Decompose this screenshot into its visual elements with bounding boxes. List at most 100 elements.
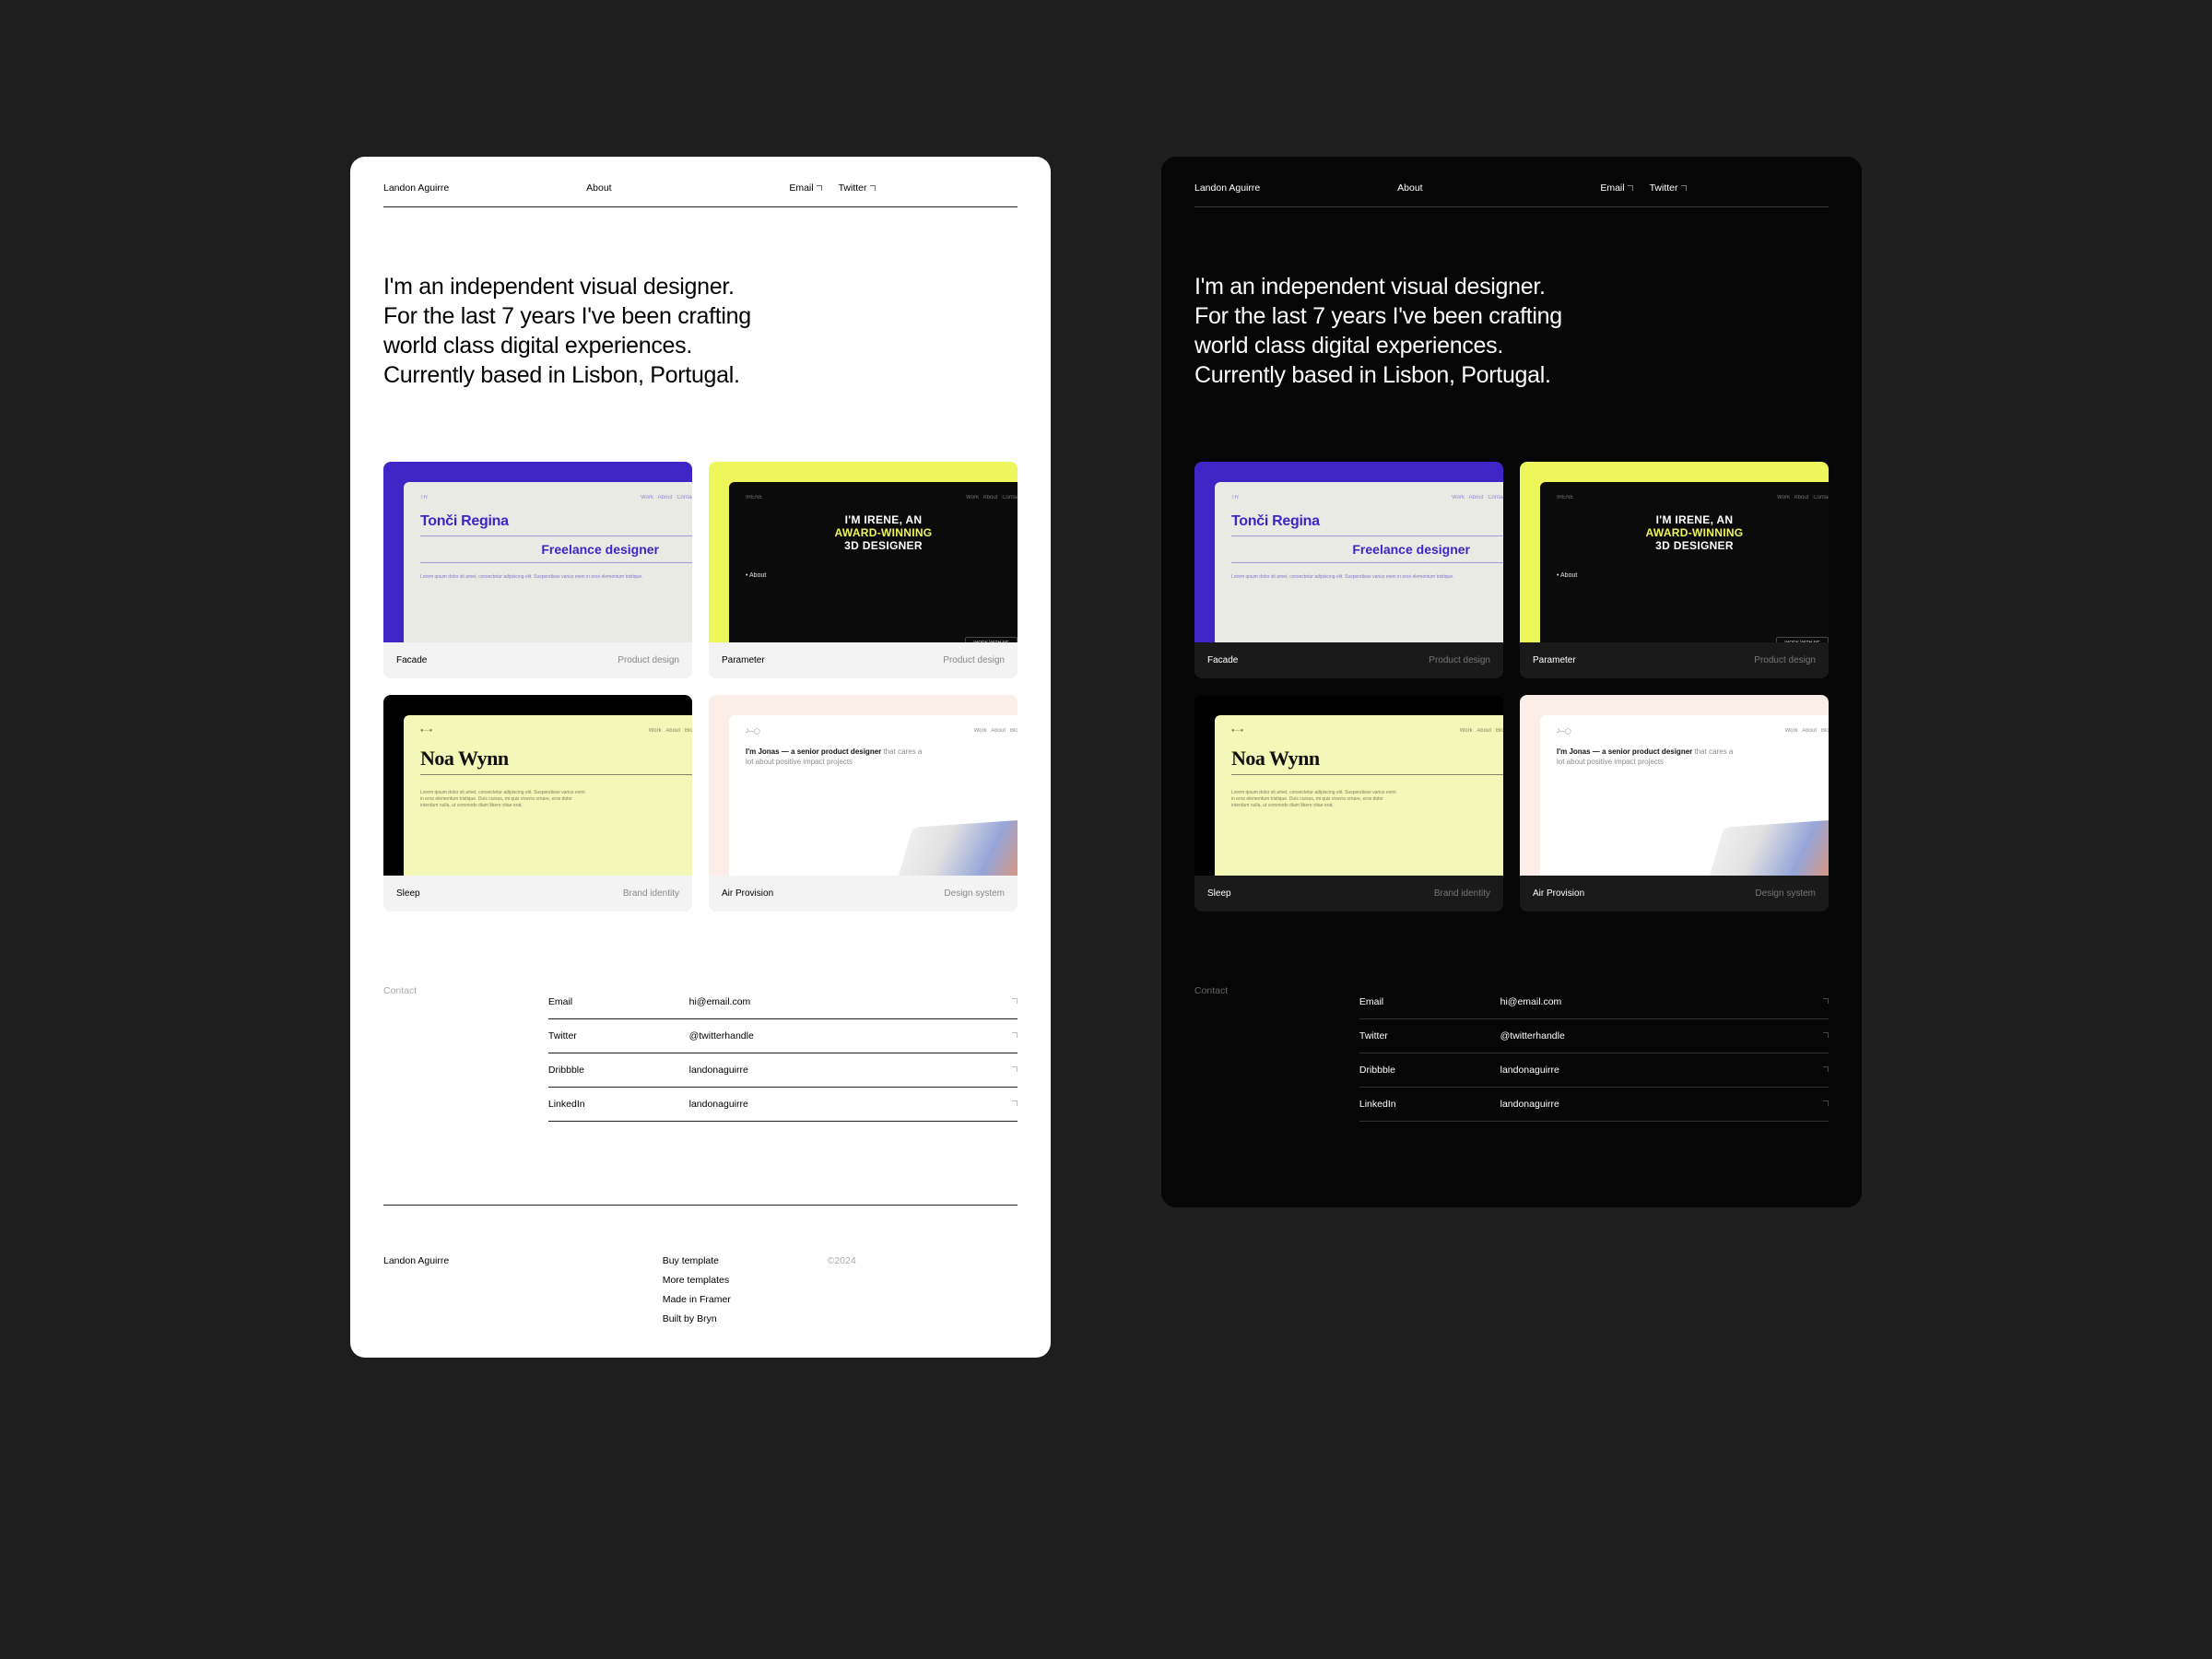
nav-email-label: Email <box>789 182 813 194</box>
hero-intro: I'm an independent visual designer. For … <box>383 207 1018 462</box>
nav-about[interactable]: About <box>586 182 789 194</box>
nav-twitter-label: Twitter <box>1650 182 1678 194</box>
contact-value: @twitterhandle <box>689 1030 754 1041</box>
project-category: Design system <box>1755 888 1816 899</box>
hero-line: For the last 7 years I've been crafting <box>383 301 1018 331</box>
thumb-headline: I'M IRENE, AN AWARD-WINNING 3D DESIGNER <box>746 513 1018 552</box>
external-icon <box>1823 1066 1829 1072</box>
contact-row-linkedin[interactable]: LinkedIn landonaguirre <box>548 1088 1018 1122</box>
project-thumb: ●—●Work About Blog Noa Wynn Lorem ipsum … <box>383 695 692 876</box>
project-name: Air Provision <box>722 888 773 899</box>
thumb-title: Noa Wynn <box>420 747 692 771</box>
top-nav: Landon Aguirre About Email Twitter <box>383 182 1018 207</box>
footer-link-bryn[interactable]: Built by Bryn <box>663 1313 828 1324</box>
nav-email-label: Email <box>1600 182 1624 194</box>
project-thumb: TRWork About Contact Tonči Regina Freela… <box>383 462 692 642</box>
contact-label: Contact <box>383 985 548 1122</box>
project-name: Air Provision <box>1533 888 1584 899</box>
contact-row-dribbble[interactable]: Dribbblelandonaguirre <box>1359 1053 1829 1088</box>
contact-row-linkedin[interactable]: LinkedInlandonaguirre <box>1359 1088 1829 1122</box>
project-thumb: J—◯Work About Blog I'm Jonas — a senior … <box>709 695 1018 876</box>
footer-link-framer[interactable]: Made in Framer <box>663 1294 828 1305</box>
hero-line: I'm an independent visual designer. <box>383 272 1018 301</box>
nav-twitter-link[interactable]: Twitter <box>1650 182 1687 194</box>
nav-brand[interactable]: Landon Aguirre <box>1194 182 1397 194</box>
nav-brand[interactable]: Landon Aguirre <box>383 182 586 194</box>
external-icon <box>870 185 876 191</box>
hero-line: Currently based in Lisbon, Portugal. <box>1194 360 1829 390</box>
project-category: Brand identity <box>1434 888 1490 899</box>
portfolio-light: Landon Aguirre About Email Twitter I'm a… <box>350 157 1051 1358</box>
project-category: Product design <box>1754 655 1816 665</box>
project-category: Product design <box>618 655 679 665</box>
contact-value: landonaguirre <box>689 1065 748 1076</box>
project-card-air-provision[interactable]: J—◯Work About Blog I'm Jonas — a senior … <box>709 695 1018 912</box>
external-icon <box>1823 1032 1829 1038</box>
project-card-facade[interactable]: TRWork About Contact Tonči Regina Freela… <box>1194 462 1503 678</box>
contact-key: LinkedIn <box>548 1099 689 1110</box>
external-icon <box>817 185 822 191</box>
hero-line: Currently based in Lisbon, Portugal. <box>383 360 1018 390</box>
project-name: Facade <box>396 655 427 665</box>
external-icon <box>1823 1100 1829 1106</box>
projects-grid: TRWork About Contact Tonči Regina Freela… <box>383 462 1018 912</box>
thumb-button: WORK WITH ME <box>965 637 1018 642</box>
footer-link-buy[interactable]: Buy template <box>663 1255 828 1266</box>
contact-key: Dribbble <box>548 1065 689 1076</box>
project-card-parameter[interactable]: IRENEWork About Contact I'M IRENE, AN AW… <box>709 462 1018 678</box>
external-icon <box>1012 998 1018 1004</box>
contact-section: Contact Emailhi@email.com Twitter@twitte… <box>1194 985 1829 1122</box>
footer-copyright: ©2024 <box>828 1255 856 1324</box>
contact-row-twitter[interactable]: Twitter @twitterhandle <box>548 1019 1018 1053</box>
divider <box>383 1205 1018 1206</box>
contact-row-email[interactable]: Emailhi@email.com <box>1359 985 1829 1019</box>
project-name: Sleep <box>396 888 420 899</box>
thumb-intro: I'm Jonas — a senior product designer th… <box>746 747 924 768</box>
contact-row-twitter[interactable]: Twitter@twitterhandle <box>1359 1019 1829 1053</box>
project-name: Facade <box>1207 655 1238 665</box>
hero-intro: I'm an independent visual designer. For … <box>1194 207 1829 462</box>
project-name: Sleep <box>1207 888 1231 899</box>
external-icon <box>1012 1066 1018 1072</box>
project-category: Brand identity <box>623 888 679 899</box>
hero-line: I'm an independent visual designer. <box>1194 272 1829 301</box>
project-name: Parameter <box>1533 655 1576 665</box>
external-icon <box>1012 1032 1018 1038</box>
external-icon <box>1681 185 1687 191</box>
project-category: Product design <box>1429 655 1490 665</box>
contact-value: hi@email.com <box>689 996 751 1007</box>
external-icon <box>1823 998 1829 1004</box>
project-card-parameter[interactable]: IRENEWork About Contact I'M IRENE, ANAWA… <box>1520 462 1829 678</box>
thumb-about: • About <box>746 572 1018 579</box>
project-card-facade[interactable]: TRWork About Contact Tonči Regina Freela… <box>383 462 692 678</box>
contact-key: Twitter <box>548 1030 689 1041</box>
nav-twitter-label: Twitter <box>839 182 867 194</box>
nav-email-link[interactable]: Email <box>789 182 821 194</box>
thumb-lorem: Lorem ipsum dolor sit amet, consectetur … <box>420 574 692 581</box>
hero-line: world class digital experiences. <box>383 331 1018 360</box>
contact-key: Email <box>548 996 689 1007</box>
project-card-sleep[interactable]: ●—●Work About Blog Noa Wynn Lorem ipsum … <box>383 695 692 912</box>
contact-label: Contact <box>1194 985 1359 1122</box>
project-card-air-provision[interactable]: J—◯Work About Blog I'm Jonas — a senior … <box>1520 695 1829 912</box>
project-category: Product design <box>943 655 1005 665</box>
contact-section: Contact Email hi@email.com Twitter @twit… <box>383 985 1018 1122</box>
project-category: Design system <box>944 888 1005 899</box>
project-card-sleep[interactable]: ●—●Work About Blog Noa Wynn Lorem ipsum … <box>1194 695 1503 912</box>
project-name: Parameter <box>722 655 765 665</box>
external-icon <box>1012 1100 1018 1106</box>
nav-email-link[interactable]: Email <box>1600 182 1632 194</box>
hero-line: world class digital experiences. <box>1194 331 1829 360</box>
top-nav: Landon Aguirre About Email Twitter <box>1194 182 1829 207</box>
thumb-lorem: Lorem ipsum dolor sit amet, consectetur … <box>420 790 585 809</box>
thumb-title: Tonči Regina <box>420 513 692 530</box>
nav-twitter-link[interactable]: Twitter <box>839 182 876 194</box>
projects-grid: TRWork About Contact Tonči Regina Freela… <box>1194 462 1829 912</box>
contact-row-email[interactable]: Email hi@email.com <box>548 985 1018 1019</box>
footer: Landon Aguirre Buy template More templat… <box>383 1255 1018 1324</box>
footer-link-more[interactable]: More templates <box>663 1275 828 1286</box>
nav-about[interactable]: About <box>1397 182 1600 194</box>
footer-brand[interactable]: Landon Aguirre <box>383 1255 663 1324</box>
thumb-subtitle: Freelance designer <box>420 542 692 557</box>
contact-row-dribbble[interactable]: Dribbble landonaguirre <box>548 1053 1018 1088</box>
